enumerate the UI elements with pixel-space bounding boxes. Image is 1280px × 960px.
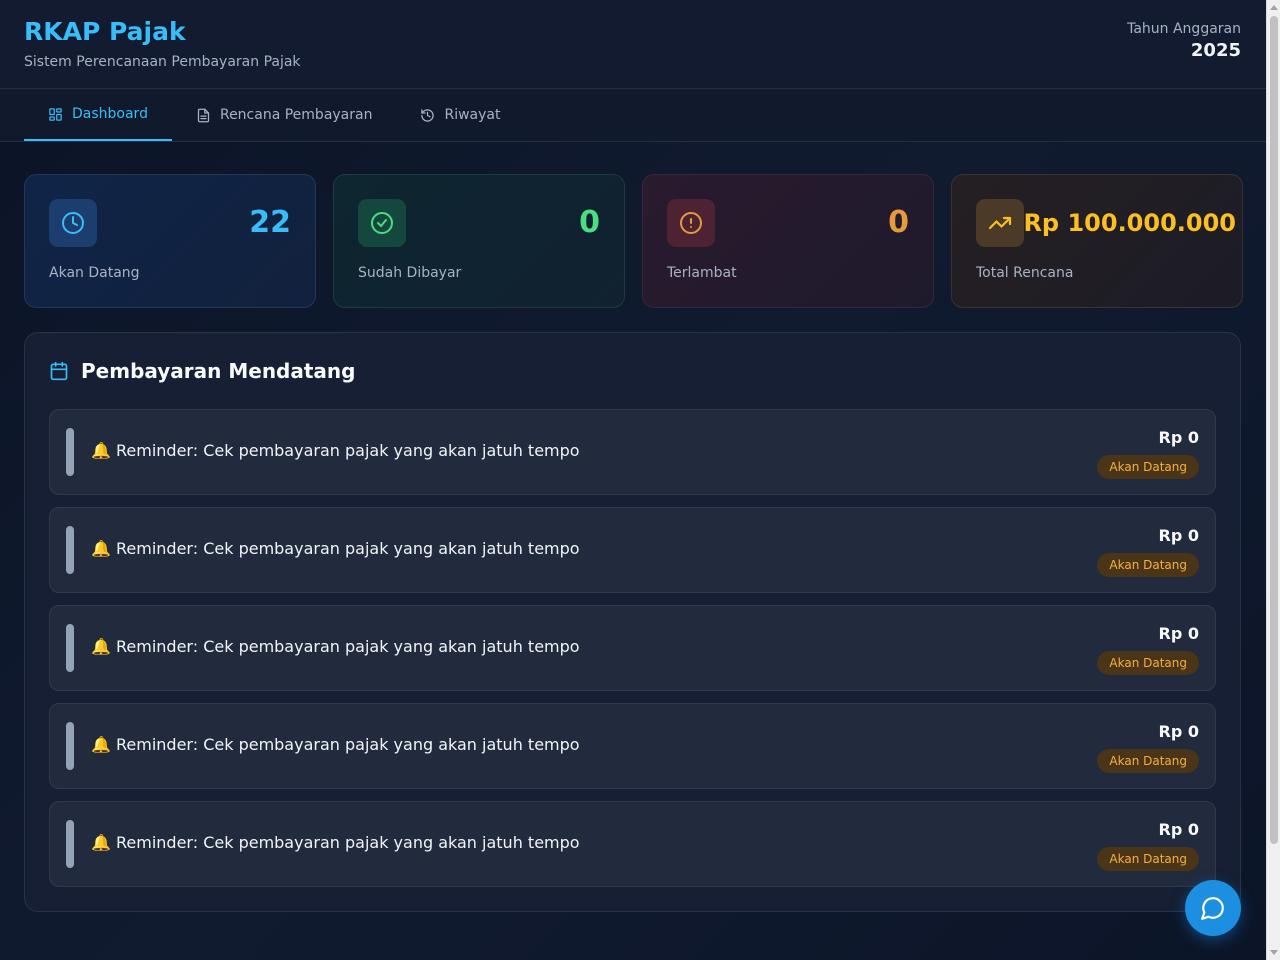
- dashboard-icon: [49, 107, 62, 121]
- page-scrollbar[interactable]: [1266, 0, 1280, 960]
- stats-row: 22 Akan Datang 0 Sudah Dibayar 0 Terlamb…: [24, 174, 1243, 308]
- reminder-text: 🔔 Reminder: Cek pembayaran pajak yang ak…: [91, 735, 580, 754]
- payment-amount: Rp 0: [1158, 722, 1199, 741]
- scroll-down-arrow-icon[interactable]: [1270, 950, 1278, 955]
- status-indicator-bar: [66, 820, 74, 868]
- fiscal-year-value: 2025: [1190, 40, 1241, 61]
- stat-value: 22: [249, 205, 291, 240]
- tab-riwayat-label: Riwayat: [444, 107, 501, 123]
- stat-value: Rp 100.000.000: [1023, 209, 1236, 237]
- stat-label: Akan Datang: [49, 265, 140, 281]
- reminder-text: 🔔 Reminder: Cek pembayaran pajak yang ak…: [91, 539, 580, 558]
- stat-icon-box: [976, 199, 1024, 247]
- status-badge: Akan Datang: [1097, 651, 1199, 675]
- status-badge: Akan Datang: [1097, 455, 1199, 479]
- scrollbar-thumb[interactable]: [1270, 16, 1278, 844]
- scroll-up-arrow-icon[interactable]: [1270, 5, 1278, 10]
- payment-amount: Rp 0: [1158, 820, 1199, 839]
- stat-value: 0: [888, 205, 909, 240]
- list-item[interactable]: 🔔 Reminder: Cek pembayaran pajak yang ak…: [49, 409, 1216, 495]
- app-subtitle: Sistem Perencanaan Pembayaran Pajak: [24, 54, 301, 70]
- list-item[interactable]: 🔔 Reminder: Cek pembayaran pajak yang ak…: [49, 801, 1216, 887]
- status-indicator-bar: [66, 428, 74, 476]
- status-indicator-bar: [66, 722, 74, 770]
- payment-list: 🔔 Reminder: Cek pembayaran pajak yang ak…: [49, 409, 1216, 899]
- stat-icon-box: [358, 199, 406, 247]
- status-indicator-bar: [66, 526, 74, 574]
- alert-circle-icon: [680, 212, 702, 234]
- tab-dashboard-label: Dashboard: [72, 106, 148, 122]
- app-page: RKAP Pajak Sistem Perencanaan Pembayaran…: [0, 0, 1266, 960]
- tab-riwayat[interactable]: Riwayat: [396, 89, 524, 141]
- app-header: RKAP Pajak Sistem Perencanaan Pembayaran…: [0, 0, 1266, 89]
- chat-bubble-icon: [1201, 897, 1224, 920]
- status-indicator-bar: [66, 624, 74, 672]
- list-item[interactable]: 🔔 Reminder: Cek pembayaran pajak yang ak…: [49, 507, 1216, 593]
- status-badge: Akan Datang: [1097, 749, 1199, 773]
- document-icon: [197, 108, 210, 122]
- list-item[interactable]: 🔔 Reminder: Cek pembayaran pajak yang ak…: [49, 703, 1216, 789]
- trending-up-icon: [988, 216, 1012, 230]
- status-badge: Akan Datang: [1097, 553, 1199, 577]
- clock-icon: [62, 212, 84, 234]
- stat-card-total-rencana: Rp 100.000.000 Total Rencana: [951, 174, 1243, 308]
- reminder-text: 🔔 Reminder: Cek pembayaran pajak yang ak…: [91, 441, 580, 460]
- list-item[interactable]: 🔔 Reminder: Cek pembayaran pajak yang ak…: [49, 605, 1216, 691]
- history-icon: [421, 108, 435, 122]
- payment-amount: Rp 0: [1158, 428, 1199, 447]
- stat-icon-box: [667, 199, 715, 247]
- tab-rencana-pembayaran-label: Rencana Pembayaran: [219, 107, 373, 123]
- stat-label: Total Rencana: [976, 265, 1074, 281]
- panel-header: Pembayaran Mendatang: [49, 359, 355, 383]
- stat-card-terlambat: 0 Terlambat: [642, 174, 934, 308]
- stat-label: Terlambat: [667, 265, 737, 281]
- status-badge: Akan Datang: [1097, 847, 1199, 871]
- tab-dashboard[interactable]: Dashboard: [24, 89, 172, 141]
- tab-rencana-pembayaran[interactable]: Rencana Pembayaran: [172, 89, 397, 141]
- check-circle-icon: [371, 212, 393, 234]
- chat-button[interactable]: [1185, 880, 1241, 936]
- fiscal-year-label: Tahun Anggaran: [1127, 21, 1241, 37]
- tab-bar: Dashboard Rencana Pembayaran Riwayat: [0, 89, 1266, 142]
- stat-value: 0: [579, 205, 600, 240]
- upcoming-payments-panel: Pembayaran Mendatang 🔔 Reminder: Cek pem…: [24, 332, 1241, 912]
- stat-card-akan-datang: 22 Akan Datang: [24, 174, 316, 308]
- stat-icon-box: [49, 199, 97, 247]
- reminder-text: 🔔 Reminder: Cek pembayaran pajak yang ak…: [91, 637, 580, 656]
- calendar-icon: [50, 361, 68, 381]
- app-title: RKAP Pajak: [24, 17, 186, 46]
- reminder-text: 🔔 Reminder: Cek pembayaran pajak yang ak…: [91, 833, 580, 852]
- stat-label: Sudah Dibayar: [358, 265, 462, 281]
- fiscal-year: Tahun Anggaran 2025: [1127, 21, 1241, 61]
- payment-amount: Rp 0: [1158, 526, 1199, 545]
- panel-title: Pembayaran Mendatang: [81, 359, 356, 383]
- stat-card-sudah-dibayar: 0 Sudah Dibayar: [333, 174, 625, 308]
- payment-amount: Rp 0: [1158, 624, 1199, 643]
